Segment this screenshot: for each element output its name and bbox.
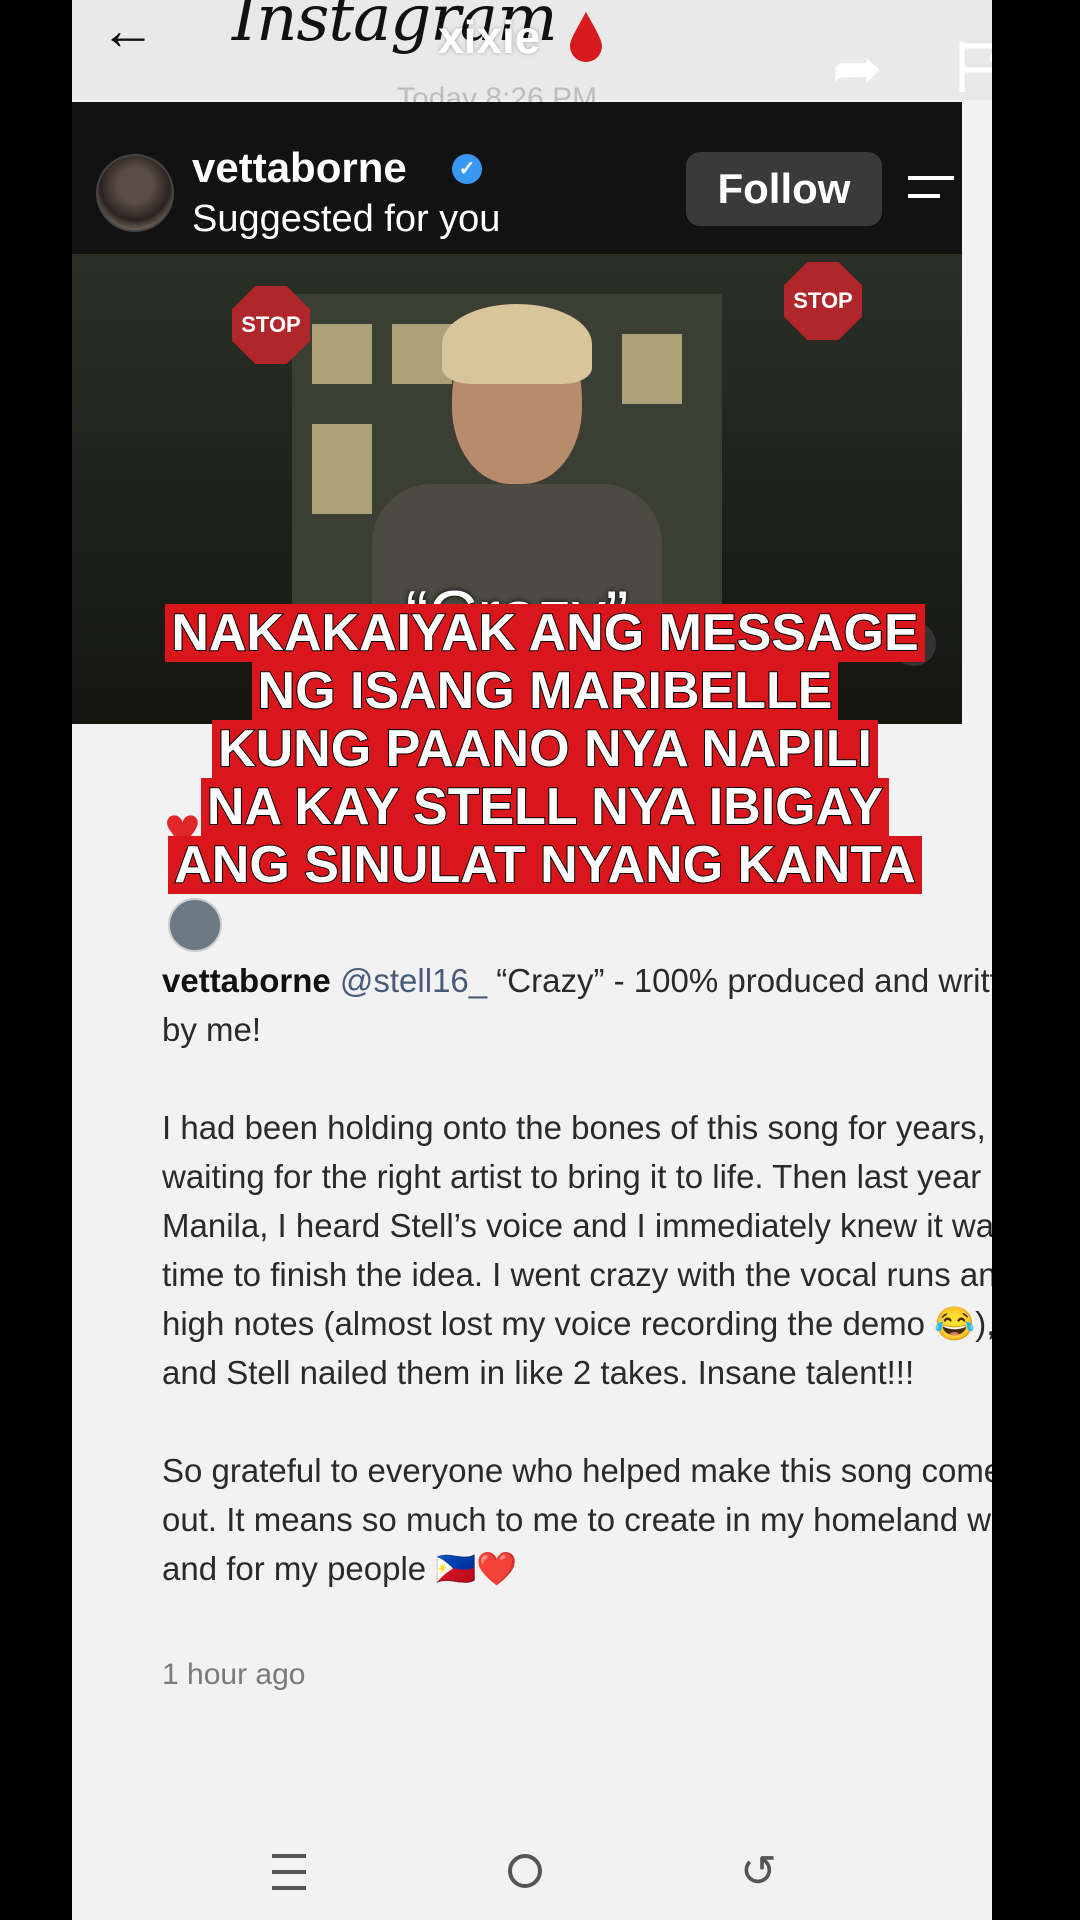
banner-line-4: NA KAY STELL NYA IBIGAY <box>200 777 890 837</box>
menu-icon[interactable] <box>908 176 954 202</box>
back-icon[interactable]: ↺ <box>740 1846 777 1897</box>
banner-line-2: NG ISANG MARIBELLE <box>251 661 839 721</box>
post-username[interactable]: vettaborne <box>192 144 407 192</box>
caption-mention[interactable]: @stell16_ <box>340 962 487 999</box>
back-arrow-icon[interactable]: ← <box>100 2 156 58</box>
system-nav-bar: ↺ <box>72 1840 992 1920</box>
recents-icon[interactable] <box>272 1854 306 1890</box>
post-caption: vettaborne @stell16_ “Crazy” - 100% prod… <box>162 956 992 1642</box>
banner-line-1: NAKAKAIYAK ANG MESSAGE <box>165 603 925 663</box>
home-icon[interactable] <box>508 1854 542 1888</box>
stop-sign-left: STOP <box>232 286 310 364</box>
screen: ← Instagram xixie Today 8:26 PM ➦ vettab… <box>72 0 992 1920</box>
suggested-label: Suggested for you <box>192 198 501 240</box>
commenter-avatar[interactable] <box>168 898 222 952</box>
caption-paragraph-2: I had been holding onto the bones of thi… <box>162 1109 992 1391</box>
avatar[interactable] <box>96 154 174 232</box>
overlay-banner: NAKAKAIYAK ANG MESSAGE NG ISANG MARIBELL… <box>120 603 970 895</box>
share-icon[interactable]: ➦ <box>832 34 882 104</box>
caption-paragraph-3: So grateful to everyone who helped make … <box>162 1452 992 1587</box>
caption-username[interactable]: vettaborne <box>162 962 331 999</box>
flag-icon[interactable] <box>952 36 992 96</box>
banner-line-5: ANG SINULAT NYANG KANTA <box>168 835 922 895</box>
follow-button[interactable]: Follow <box>686 152 882 226</box>
verified-icon: ✓ <box>452 154 482 184</box>
blood-drop-icon <box>570 12 602 62</box>
post-time-ago: 1 hour ago <box>162 1658 306 1691</box>
story-reply-header: ← Instagram xixie Today 8:26 PM ➦ <box>72 0 992 115</box>
banner-line-3: KUNG PAANO NYA NAPILI <box>212 719 878 779</box>
chat-name: xixie <box>438 11 541 63</box>
stop-sign-right: STOP <box>784 262 862 340</box>
post-header: vettaborne ✓ Suggested for you Follow <box>72 102 962 254</box>
